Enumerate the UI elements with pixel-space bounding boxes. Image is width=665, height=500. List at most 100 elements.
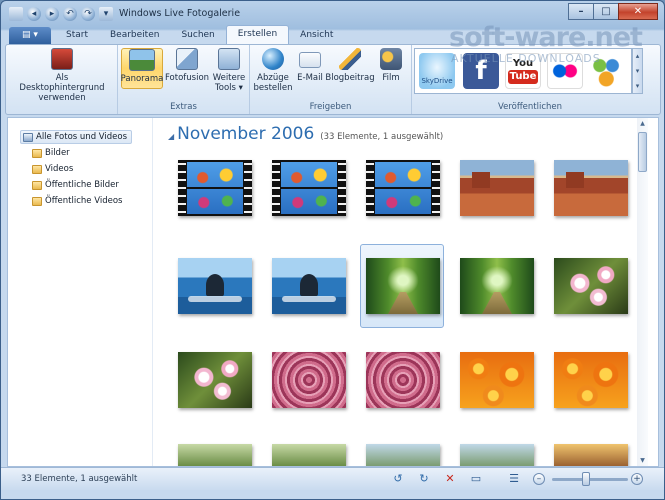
scroll-up-icon[interactable]: ▲ (637, 118, 648, 129)
scrollbar-thumb[interactable] (638, 132, 647, 172)
flickr-button[interactable] (547, 53, 583, 89)
fotofusion-button[interactable]: Fotofusion (165, 48, 209, 83)
status-bar: 33 Elemente, 1 ausgewählt ↺ ↻ ✕ ▭ ☰ – + (1, 467, 664, 490)
nav-item-bilder[interactable]: Bilder (30, 146, 74, 160)
messenger-button[interactable] (589, 53, 625, 89)
globe-icon (262, 48, 284, 70)
title-bar: ◂ ▸ ↶ ↷ ▾ Windows Live Fotogalerie – □ ✕ (1, 1, 664, 25)
section-header[interactable]: ◢ November 2006 (33 Elemente, 1 ausgewäh… (168, 124, 443, 144)
rotate-left-icon[interactable]: ↺ (391, 472, 405, 486)
content-area: Alle Fotos und Videos Bilder Videos Öffe… (7, 117, 659, 467)
thumbnail[interactable] (366, 352, 440, 408)
app-icon[interactable] (9, 7, 23, 21)
zoom-slider-thumb[interactable] (582, 472, 591, 486)
scroll-down-icon[interactable]: ▼ (637, 455, 648, 466)
weitere-tools-label-2: Tools ▾ (215, 83, 243, 93)
panorama-icon (129, 49, 155, 71)
tab-ansicht[interactable]: Ansicht (289, 27, 344, 44)
desktop-background-button[interactable]: Als Desktophintergrund verwenden (12, 48, 112, 103)
pen-icon (339, 48, 361, 70)
thumbnail-gallery: ◢ November 2006 (33 Elemente, 1 ausgewäh… (158, 118, 648, 466)
thumbnail-partial[interactable] (366, 444, 440, 466)
tab-suchen[interactable]: Suchen (170, 27, 225, 44)
redo-icon[interactable]: ↷ (81, 7, 95, 21)
panorama-button[interactable]: Panorama (121, 48, 163, 89)
thumbnail-partial[interactable] (178, 444, 252, 466)
nav-item-oeffentliche-bilder[interactable]: Öffentliche Bilder (30, 178, 123, 192)
facebook-button[interactable]: f (463, 53, 499, 89)
back-icon[interactable]: ◂ (27, 7, 41, 21)
desktop-background-label-2: verwenden (38, 93, 86, 103)
video-frame (281, 162, 337, 214)
abzuege-label-1: Abzüge (257, 73, 289, 83)
thumbnail[interactable] (272, 258, 346, 314)
ribbon: Als Desktophintergrund verwenden Panoram… (5, 44, 661, 115)
weitere-tools-button[interactable]: Weitere Tools ▾ (210, 48, 248, 93)
thumbnail[interactable] (554, 160, 628, 216)
section-count: (33 Elemente, 1 ausgewählt) (320, 132, 444, 142)
thumbnail[interactable] (272, 160, 346, 216)
zoom-out-button[interactable]: – (533, 473, 545, 485)
minimize-button[interactable]: – (568, 3, 594, 20)
delete-icon[interactable]: ✕ (443, 472, 457, 486)
window-controls: – □ ✕ (568, 3, 658, 20)
thumbnail[interactable] (366, 160, 440, 216)
thumbnail[interactable] (460, 258, 534, 314)
thumbnail[interactable] (460, 352, 534, 408)
app-menu-button[interactable]: ▤ ▾ (9, 27, 51, 44)
thumbnail-partial[interactable] (460, 444, 534, 466)
thumbnail-selected[interactable] (366, 258, 440, 314)
tab-bearbeiten[interactable]: Bearbeiten (99, 27, 170, 44)
abzuege-bestellen-button[interactable]: Abzüge bestellen (254, 48, 292, 93)
panorama-label: Panorama (120, 74, 164, 84)
undo-icon[interactable]: ↶ (63, 7, 77, 21)
facebook-logo: f (475, 56, 487, 86)
tools-icon (218, 48, 240, 70)
qat-dropdown-icon[interactable]: ▾ (99, 7, 113, 21)
youtube-logo-bottom: Tube (507, 70, 539, 84)
email-button[interactable]: E-Mail (294, 48, 326, 83)
thumbnail[interactable] (554, 352, 628, 408)
vertical-scrollbar[interactable]: ▲ ▼ (637, 118, 648, 466)
ribbon-group-freigeben: Abzüge bestellen E-Mail Blogbeitrag Film… (250, 45, 412, 114)
nav-item-all-photos-label: Alle Fotos und Videos (36, 132, 128, 142)
email-label: E-Mail (297, 73, 323, 83)
thumbnail[interactable] (460, 160, 534, 216)
status-text: 33 Elemente, 1 ausgewählt (21, 474, 138, 484)
maximize-button[interactable]: □ (593, 3, 619, 20)
publish-gallery-scroll[interactable]: ▴ ▾ ▾ (632, 48, 643, 94)
tab-erstellen[interactable]: Erstellen (225, 25, 290, 44)
thumbnail-partial[interactable] (554, 444, 628, 466)
nav-item-oeffentliche-videos[interactable]: Öffentliche Videos (30, 194, 126, 208)
freigeben-group-label: Freigeben (309, 102, 352, 112)
nav-item-oeffentliche-bilder-label: Öffentliche Bilder (45, 180, 119, 190)
thumbnail[interactable] (178, 258, 252, 314)
folder-icon (32, 164, 42, 174)
skydrive-button[interactable]: SkyDrive (419, 53, 455, 89)
film-button[interactable]: Film (374, 48, 408, 83)
nav-item-oeffentliche-videos-label: Öffentliche Videos (45, 196, 123, 206)
close-button[interactable]: ✕ (618, 3, 658, 20)
thumbnail[interactable] (178, 160, 252, 216)
thumbnail[interactable] (178, 352, 252, 408)
publish-gallery: SkyDrive f You Tube (414, 48, 632, 94)
nav-item-all-photos[interactable]: Alle Fotos und Videos (20, 130, 133, 144)
email-icon (299, 52, 321, 68)
fotofusion-icon (176, 48, 198, 70)
nav-item-videos[interactable]: Videos (30, 162, 77, 176)
blogbeitrag-button[interactable]: Blogbeitrag (325, 48, 375, 83)
collapse-arrow-icon[interactable]: ◢ (168, 132, 174, 141)
rotate-right-icon[interactable]: ↻ (417, 472, 431, 486)
nav-item-videos-label: Videos (45, 164, 74, 174)
slideshow-icon[interactable]: ▭ (469, 472, 483, 486)
nav-item-bilder-label: Bilder (45, 148, 70, 158)
thumbnail[interactable] (272, 352, 346, 408)
tab-start[interactable]: Start (55, 27, 99, 44)
thumbnail-partial[interactable] (272, 444, 346, 466)
forward-icon[interactable]: ▸ (45, 7, 59, 21)
zoom-in-button[interactable]: + (631, 473, 643, 485)
youtube-button[interactable]: You Tube (505, 53, 541, 89)
thumbnail[interactable] (554, 258, 628, 314)
details-view-icon[interactable]: ☰ (507, 472, 521, 486)
skydrive-label: SkyDrive (421, 77, 453, 85)
